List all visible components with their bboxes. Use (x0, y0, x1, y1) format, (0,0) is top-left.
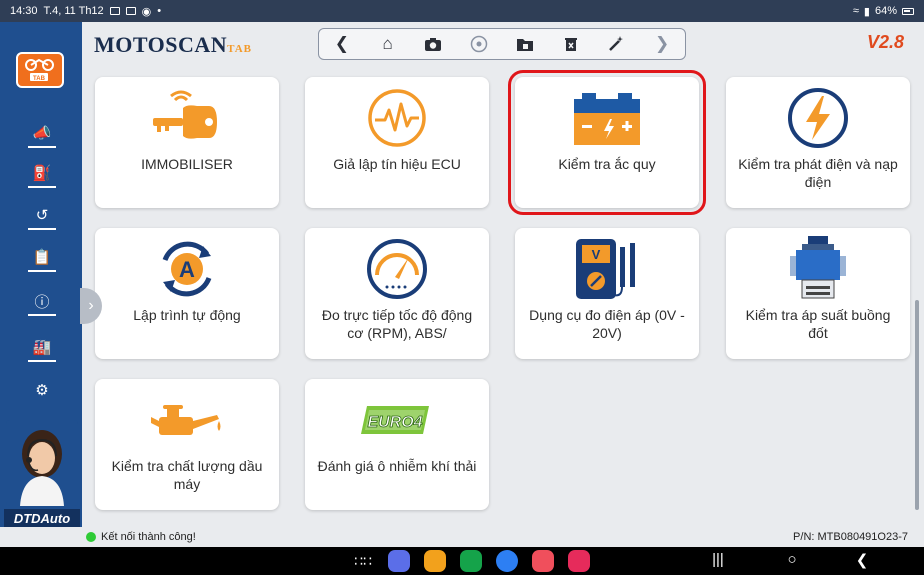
card-auto-programming[interactable]: A Lập trình tự động (95, 228, 279, 359)
wifi-icon: ≈ (852, 5, 859, 17)
card-label: Dụng cụ đo điện áp (0V - 20V) (529, 307, 685, 341)
home-icon[interactable]: ⌂ (374, 31, 402, 57)
gear-icon[interactable]: ⚙ (28, 376, 56, 404)
signal-wave-icon (305, 77, 489, 149)
card-emission-check[interactable]: EURO4 Đánh giá ô nhiễm khí thải (305, 379, 489, 510)
battery-icon (515, 77, 699, 149)
card-oil-quality[interactable]: Kiểm tra chất lượng dầu máy (95, 379, 279, 510)
battery-level: 64% (874, 5, 897, 17)
card-immobiliser[interactable]: IMMOBILISER (95, 77, 279, 208)
chat-app-icon[interactable] (496, 550, 518, 572)
card-label: IMMOBILISER (141, 156, 233, 172)
svg-text:A: A (179, 257, 195, 282)
part-number: P/N: MTB080491O23-7 (793, 531, 908, 543)
speedometer-icon (305, 228, 489, 300)
signal-icon: ▮ (863, 5, 870, 18)
svg-text:V: V (592, 247, 601, 262)
card-label: Kiểm tra phát điện và nạp điện (738, 156, 898, 190)
app-title-main: MOTOSCAN (94, 32, 228, 57)
files-app-icon[interactable] (424, 550, 446, 572)
support-agent-avatar[interactable] (6, 420, 78, 506)
recents-icon[interactable]: ||| (706, 551, 730, 568)
notification-icon (109, 7, 120, 15)
battery-icon (902, 7, 914, 15)
app-logo[interactable]: TAB (16, 52, 64, 88)
card-label: Lập trình tự động (133, 307, 241, 323)
more-dot-icon: • (157, 5, 162, 17)
camera-icon[interactable] (419, 31, 447, 57)
gallery-app-icon[interactable] (568, 550, 590, 572)
connection-status-bar: Kết nối thành công! P/N: MTB080491O23-7 (82, 527, 924, 547)
euro4-text: EURO4 (367, 414, 422, 431)
messages-app-icon[interactable] (388, 550, 410, 572)
voltmeter-icon: V (515, 228, 699, 300)
record-icon[interactable] (465, 31, 493, 57)
card-rpm-measure[interactable]: Đo trực tiếp tốc độ động cơ (RPM), ABS/ (305, 228, 489, 359)
card-charging-check[interactable]: Kiểm tra phát điện và nạp điện (726, 77, 910, 208)
sidebar: TAB 📣 ⛽ ↺ 📋 ⓘ 🏭 ⚙ DTDAuto (0, 22, 82, 527)
app-header: MOTOSCANTAB ❮ ⌂ ❯ V2.8 (82, 22, 924, 66)
brand-text: DTDAuto (13, 510, 71, 526)
app-title: MOTOSCANTAB (94, 32, 252, 58)
magic-wand-icon[interactable] (602, 31, 630, 57)
card-voltmeter[interactable]: V Dụng cụ đo điện áp (0V - 20V) (515, 228, 699, 359)
system-nav-bar: ∷∷ ||| ○ ❮ (0, 547, 924, 575)
auto-program-icon: A (95, 228, 279, 300)
clock: 14:30 (10, 5, 38, 17)
taskbar-apps: ∷∷ (352, 550, 590, 572)
card-label: Giả lập tín hiệu ECU (333, 156, 461, 172)
card-label: Đo trực tiếp tốc độ động cơ (RPM), ABS/ (321, 307, 473, 341)
status-dot-icon (86, 532, 96, 542)
logo-text: TAB (33, 76, 46, 82)
lightning-icon (726, 77, 910, 149)
motorbike-logo-icon: TAB (25, 58, 54, 82)
app-grid-icon[interactable]: ∷∷ (352, 553, 374, 570)
date: T.4, 11 Th12 (43, 5, 104, 17)
euro4-icon: EURO4 (305, 379, 489, 451)
card-battery-check[interactable]: Kiểm tra ắc quy (508, 70, 706, 215)
contacts-app-icon[interactable] (532, 550, 554, 572)
info-icon[interactable]: ⓘ (28, 288, 56, 316)
chevron-left-icon[interactable]: ❮ (328, 31, 356, 57)
gallery-icon (125, 7, 136, 15)
chevron-right-icon[interactable]: ❯ (648, 31, 676, 57)
app-title-suffix: TAB (227, 43, 252, 55)
megaphone-icon[interactable]: 📣 (28, 120, 56, 148)
scrollbar[interactable] (915, 300, 919, 510)
brand-logo: DTDAuto (4, 509, 80, 527)
card-label: Đánh giá ô nhiễm khí thải (317, 458, 477, 474)
chevron-right-icon: › (88, 297, 94, 314)
card-label: Kiểm tra ắc quy (558, 156, 656, 172)
card-ecu-simulation[interactable]: Giả lập tín hiệu ECU (305, 77, 489, 208)
card-compression-test[interactable]: Kiểm tra áp suất buồng đốt (726, 228, 910, 359)
factory-icon[interactable]: 🏭 (28, 334, 56, 362)
card-label: Kiểm tra chất lượng dầu máy (111, 458, 263, 492)
home-button-icon[interactable]: ○ (780, 551, 804, 568)
history-icon[interactable]: ↺ (28, 202, 56, 230)
key-icon (95, 77, 279, 149)
connection-status: Kết nối thành công! (101, 531, 196, 543)
clipboard-icon[interactable]: 📋 (28, 244, 56, 272)
oil-can-icon (95, 379, 279, 451)
folder-icon[interactable] (511, 31, 539, 57)
trash-icon[interactable] (557, 31, 585, 57)
sync-icon: ◉ (141, 5, 152, 18)
version-label: V2.8 (866, 32, 904, 52)
fuel-pump-icon[interactable]: ⛽ (28, 160, 56, 188)
back-icon[interactable]: ❮ (850, 551, 874, 569)
card-label: Kiểm tra áp suất buồng đốt (745, 307, 891, 341)
toolbar: ❮ ⌂ ❯ (318, 28, 686, 60)
compression-gauge-icon (726, 228, 910, 300)
system-status-bar: 14:30 T.4, 11 Th12 ◉ • ≈ ▮ 64% (0, 0, 924, 22)
phone-app-icon[interactable] (460, 550, 482, 572)
